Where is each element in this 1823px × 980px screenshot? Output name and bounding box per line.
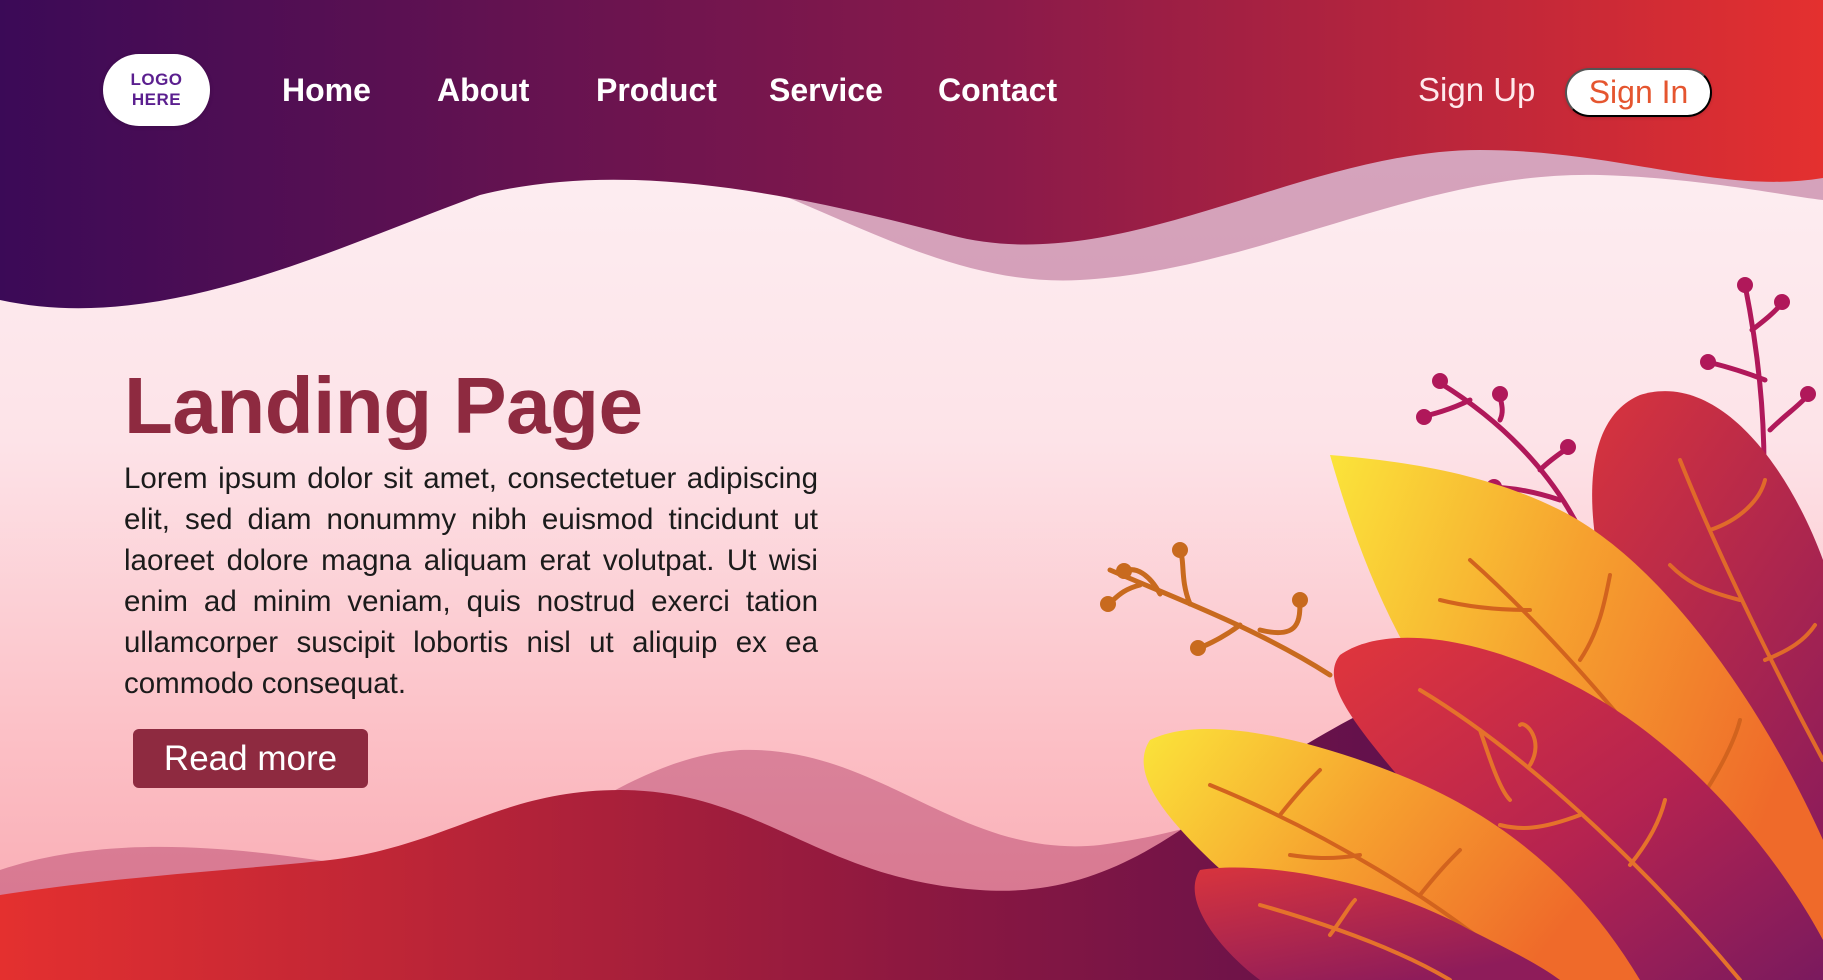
nav-about[interactable]: About <box>437 70 529 110</box>
logo-line-2: HERE <box>131 90 182 109</box>
nav-contact[interactable]: Contact <box>938 70 1057 110</box>
hero-title: Landing Page <box>124 361 643 450</box>
hero-body-text: Lorem ipsum dolor sit amet, consectetuer… <box>124 462 818 700</box>
sign-up-link[interactable]: Sign Up <box>1418 70 1535 110</box>
logo[interactable]: LOGO HERE <box>103 54 210 126</box>
nav-home[interactable]: Home <box>282 70 371 110</box>
nav-product[interactable]: Product <box>596 70 717 110</box>
nav-service[interactable]: Service <box>769 70 883 110</box>
read-more-button[interactable]: Read more <box>133 729 368 788</box>
sign-in-button[interactable]: Sign In <box>1565 68 1712 117</box>
logo-line-1: LOGO <box>130 70 183 89</box>
